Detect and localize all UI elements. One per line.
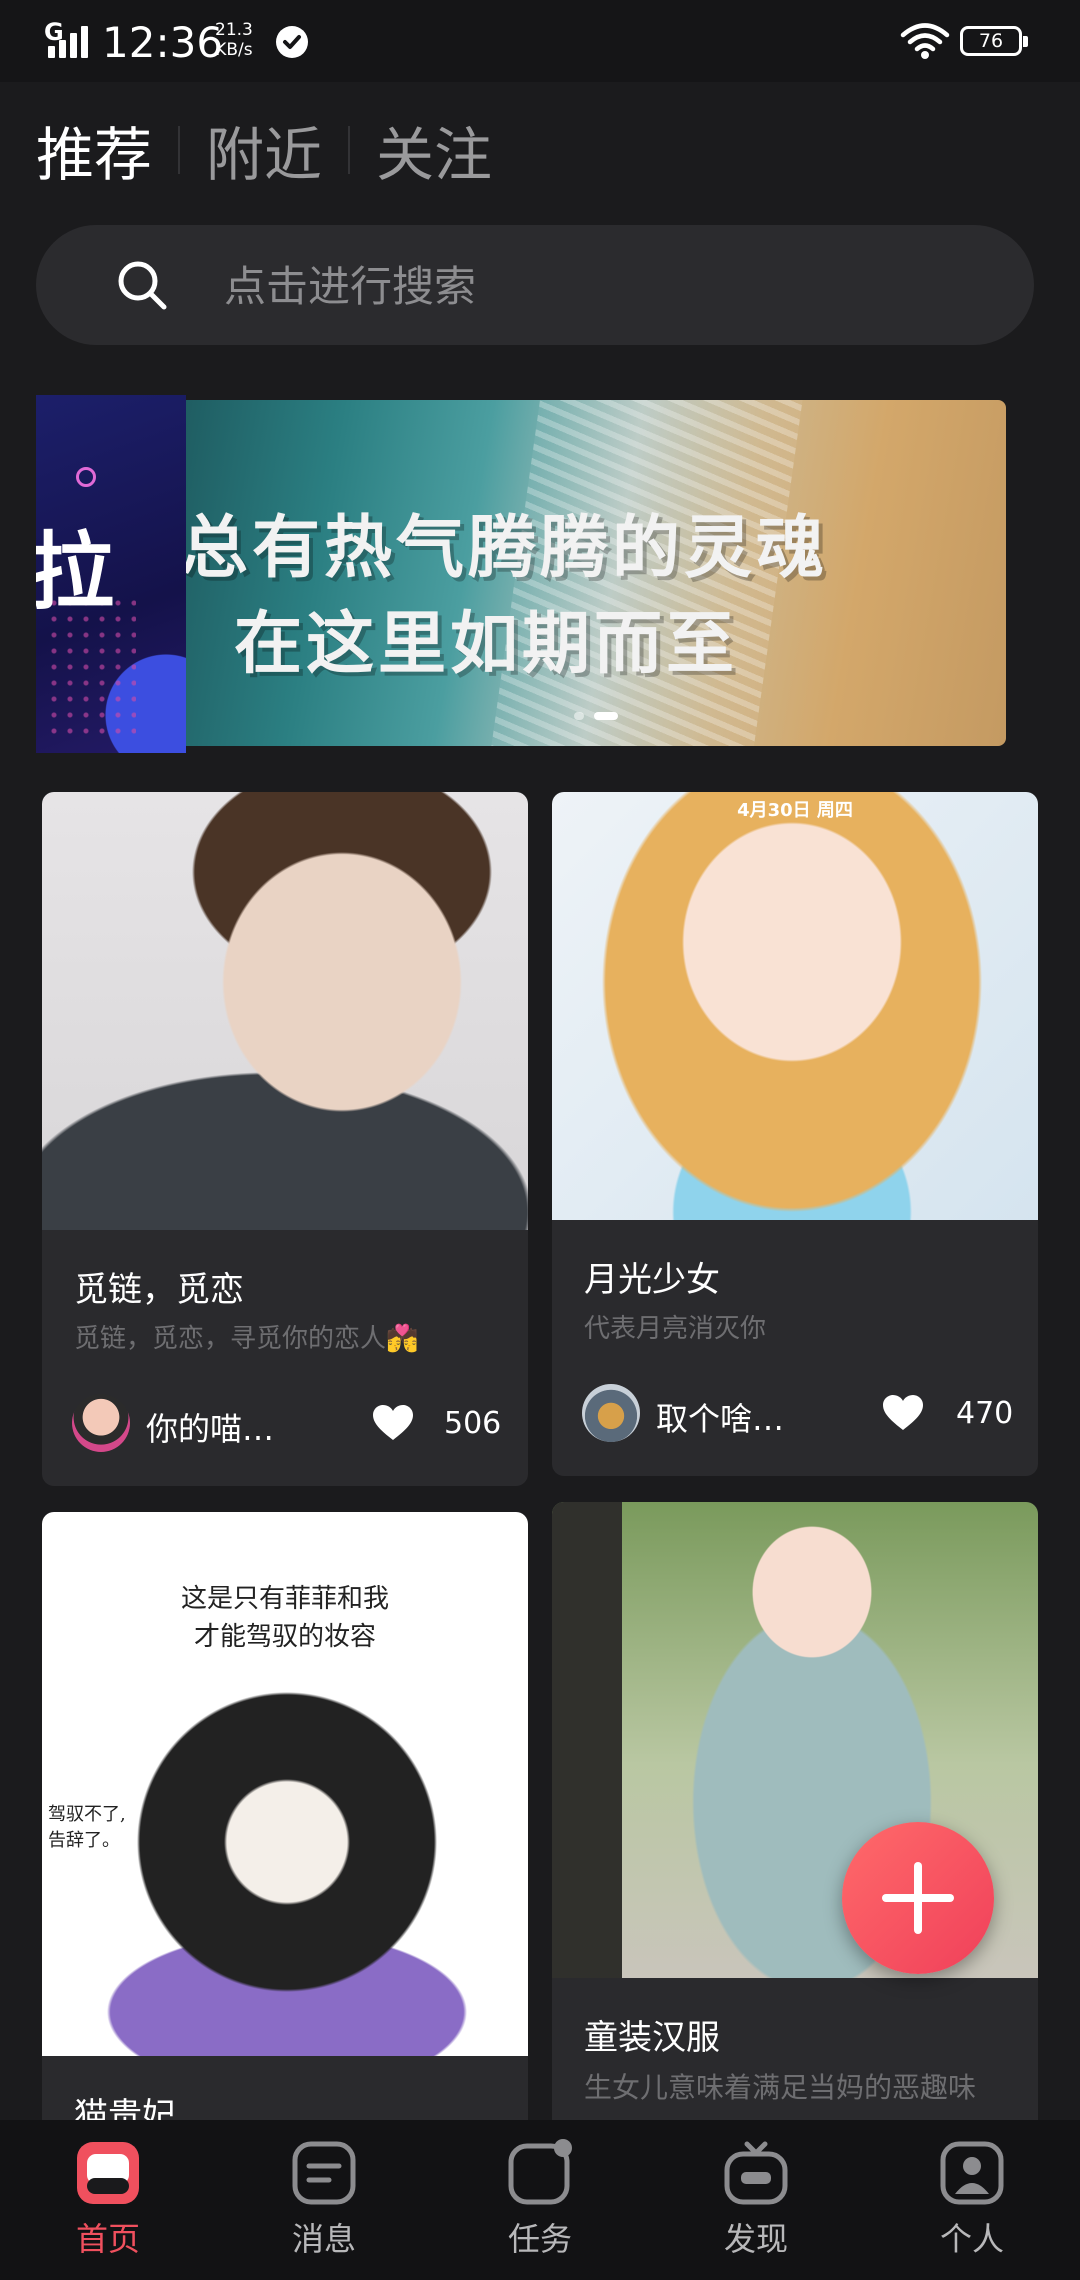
- heart-icon[interactable]: [372, 1404, 414, 1442]
- post-desc: 觅链，觅恋，寻觅你的恋人💏: [74, 1324, 419, 1354]
- tab-divider: [348, 126, 351, 174]
- battery-icon: 76: [960, 26, 1028, 56]
- search-input[interactable]: [222, 225, 986, 347]
- image-caption-line: 才能驾驭的妆容: [193, 1622, 376, 1652]
- nav-label: 消息: [291, 2220, 356, 2258]
- tab-divider: [178, 126, 181, 174]
- post-title: 童装汉服: [584, 2018, 720, 2058]
- image-side-line: 告辞了。: [48, 1830, 120, 1851]
- banner-slide[interactable]: 总有热气腾腾的灵魂 在这里如期而至: [186, 400, 1006, 746]
- top-tabs: 推荐 附近 关注: [36, 110, 492, 190]
- network-speed: 21.3 KB/s: [215, 20, 253, 60]
- bottom-nav: 首页 消息 任务 发现 个人: [0, 2120, 1080, 2280]
- search-icon: [118, 261, 167, 310]
- banner-line-1: 总有热气腾腾的灵魂: [186, 509, 829, 588]
- battery-level: 76: [978, 30, 1004, 52]
- post-title: 月光少女: [584, 1260, 720, 1300]
- heart-icon[interactable]: [882, 1394, 924, 1432]
- message-icon: [292, 2141, 356, 2205]
- post-card[interactable]: 4月30日 周四 月光少女 代表月亮消灭你 取个啥… 470: [552, 792, 1038, 1476]
- like-count: 470: [956, 1396, 1014, 1431]
- nav-label: 个人: [939, 2220, 1004, 2258]
- like-count: 506: [444, 1406, 502, 1441]
- task-icon: [508, 2139, 572, 2205]
- nav-label: 任务: [507, 2220, 572, 2258]
- banner-dot-active: [594, 712, 618, 720]
- person-icon: [940, 2141, 1004, 2205]
- image-caption-line: 这是只有菲菲和我: [180, 1584, 389, 1614]
- post-image[interactable]: 4月30日 周四: [552, 792, 1038, 1220]
- banner-line-2: 在这里如期而至: [234, 605, 739, 684]
- image-date: 4月30日 周四: [737, 800, 853, 821]
- post-image[interactable]: [42, 792, 528, 1230]
- nav-discover[interactable]: 发现: [696, 2138, 816, 2260]
- wifi-icon: [900, 22, 950, 60]
- tab-nearby[interactable]: 附近: [206, 108, 322, 192]
- banner-dot: [574, 712, 584, 720]
- create-post-button[interactable]: [842, 1822, 994, 1974]
- post-card[interactable]: 觅链，觅恋 觅链，觅恋，寻觅你的恋人💏 你的喵… 506: [42, 792, 528, 1486]
- tv-icon: [724, 2141, 788, 2205]
- avatar[interactable]: [72, 1394, 130, 1452]
- image-caption: 这是只有菲菲和我 才能驾驭的妆容: [42, 1580, 528, 1656]
- nav-label: 首页: [75, 2220, 140, 2258]
- banner-prev-slide[interactable]: 拉: [36, 395, 186, 753]
- image-side-caption: 驾驭不了, 告辞了。: [48, 1802, 126, 1854]
- check-icon: [276, 26, 308, 58]
- banner-indicator: [186, 712, 1006, 720]
- post-card[interactable]: 童装汉服 生女儿意味着满足当妈的恶趣味: [552, 1502, 1038, 2132]
- nav-tasks[interactable]: 任务: [480, 2138, 600, 2260]
- image-side-line: 驾驭不了,: [48, 1804, 126, 1825]
- tab-following[interactable]: 关注: [376, 108, 492, 192]
- post-desc: 代表月亮消灭你: [584, 1314, 767, 1344]
- author-name[interactable]: 你的喵…: [146, 1404, 274, 1450]
- author-name[interactable]: 取个啥…: [656, 1394, 784, 1440]
- post-title: 觅链，觅恋: [74, 1270, 244, 1310]
- nav-home[interactable]: 首页: [48, 2138, 168, 2260]
- search-bar[interactable]: [36, 225, 1034, 347]
- nav-profile[interactable]: 个人: [912, 2138, 1032, 2260]
- speed-unit: KB/s: [215, 40, 253, 60]
- nav-label: 发现: [723, 2220, 788, 2258]
- banner-prev-text: 拉: [36, 523, 115, 621]
- decor-ring: [76, 467, 96, 487]
- clock: 12:36: [102, 18, 224, 67]
- post-desc: 生女儿意味着满足当妈的恶趣味: [584, 2071, 977, 2104]
- tab-recommend[interactable]: 推荐: [36, 108, 152, 192]
- post-card[interactable]: 这是只有菲菲和我 才能驾驭的妆容 驾驭不了, 告辞了。 猫贵妃: [42, 1512, 528, 2132]
- home-icon: [77, 2142, 139, 2204]
- signal-icon: G: [44, 18, 92, 58]
- nav-messages[interactable]: 消息: [264, 2138, 384, 2260]
- status-bar: G 12:36 21.3 KB/s 76: [0, 0, 1080, 82]
- post-image[interactable]: 这是只有菲菲和我 才能驾驭的妆容 驾驭不了, 告辞了。: [42, 1512, 528, 2056]
- speed-value: 21.3: [215, 20, 253, 40]
- avatar[interactable]: [582, 1384, 640, 1442]
